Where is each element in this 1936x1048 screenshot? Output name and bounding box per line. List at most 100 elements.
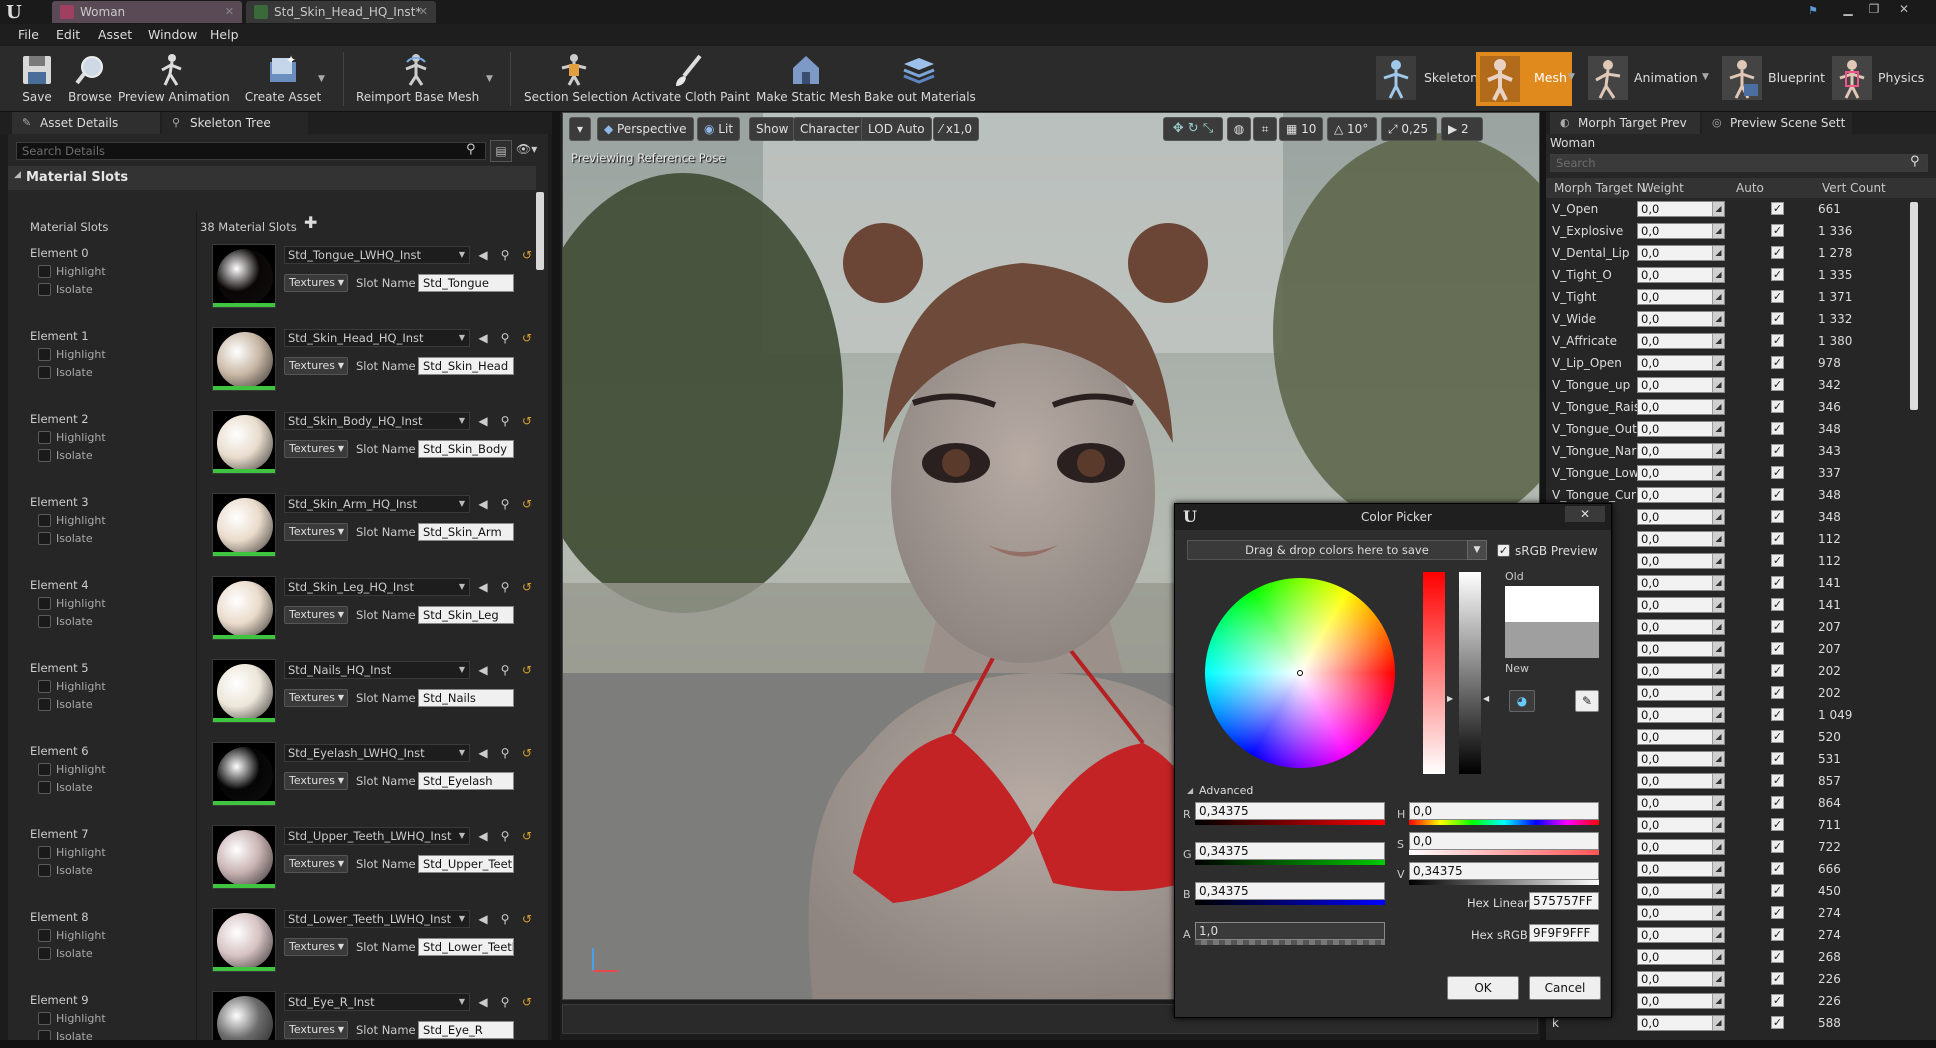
slider-icon[interactable]: ◢ [1712,928,1724,942]
b-value-field[interactable]: 0,34375 [1195,882,1385,900]
tab-asset-details[interactable]: ✎ Asset Details [12,112,160,134]
textures-dropdown[interactable]: Textures ▼ [284,855,348,873]
weight-field[interactable]: 0,0 ◢ [1637,465,1725,481]
isolate-checkbox[interactable] [38,781,51,794]
s-value-field[interactable]: 0,0 [1409,832,1599,850]
weight-field[interactable]: 0,0 ◢ [1637,927,1725,943]
slider-icon[interactable]: ◢ [1712,202,1724,216]
material-thumbnail[interactable] [212,327,276,391]
reset-arrow-icon[interactable]: ↺ [520,497,534,511]
morph-target-row[interactable]: V_Open 0,0 ◢ ✓ 661 [1552,198,1932,220]
reset-arrow-icon[interactable]: ↺ [520,912,534,926]
auto-checkbox[interactable]: ✓ [1771,290,1784,303]
weight-field[interactable]: 0,0 ◢ [1637,289,1725,305]
weight-field[interactable]: 0,0 ◢ [1637,597,1725,613]
srgb-preview-checkbox[interactable]: ✓ [1497,544,1510,557]
use-selected-arrow-icon[interactable]: ◀ [476,414,490,428]
reset-arrow-icon[interactable]: ↺ [520,248,534,262]
reset-arrow-icon[interactable]: ↺ [520,663,534,677]
auto-checkbox[interactable]: ✓ [1771,444,1784,457]
isolate-checkbox[interactable] [38,947,51,960]
auto-checkbox[interactable]: ✓ [1771,972,1784,985]
slider-icon[interactable]: ◢ [1712,708,1724,722]
browse-search-icon[interactable]: ⚲ [498,912,512,926]
viewport-options-button[interactable]: ▾ [569,117,591,141]
reset-arrow-icon[interactable]: ↺ [520,829,534,843]
material-thumbnail[interactable] [212,244,276,308]
morph-target-row[interactable]: V_Tongue_Raise 0,0 ◢ ✓ 346 [1552,396,1932,418]
chevron-down-icon[interactable]: ▼ [486,74,496,84]
weight-field[interactable]: 0,0 ◢ [1637,839,1725,855]
slot-name-field[interactable]: Std_Upper_Teeth [418,855,514,873]
auto-checkbox[interactable]: ✓ [1771,510,1784,523]
chevron-down-icon[interactable]: ▼ [1568,72,1578,82]
textures-dropdown[interactable]: Textures ▼ [284,938,348,956]
material-combo[interactable]: Std_Eye_R_Inst ▼ [284,993,470,1011]
material-thumbnail[interactable] [212,493,276,557]
slider-handle-icon[interactable]: ◀ [1483,694,1489,703]
auto-checkbox[interactable]: ✓ [1771,796,1784,809]
slider-icon[interactable]: ◢ [1712,664,1724,678]
morph-target-row[interactable]: V_Tongue_up 0,0 ◢ ✓ 342 [1552,374,1932,396]
menu-help[interactable]: Help [206,24,243,46]
weight-field[interactable]: 0,0 ◢ [1637,861,1725,877]
mode-blueprint-button[interactable]: Blueprint [1718,52,1828,106]
menu-edit[interactable]: Edit [52,24,84,46]
weight-field[interactable]: 0,0 ◢ [1637,531,1725,547]
auto-checkbox[interactable]: ✓ [1771,312,1784,325]
save-button[interactable]: Save [12,46,62,112]
auto-checkbox[interactable]: ✓ [1771,422,1784,435]
slider-icon[interactable]: ◢ [1712,290,1724,304]
v-value-field[interactable]: 0,34375 [1409,862,1599,880]
slider-icon[interactable]: ◢ [1712,532,1724,546]
tab-preview-scene-settings[interactable]: ◎ Preview Scene Sett [1702,112,1852,134]
slider-icon[interactable]: ◢ [1712,378,1724,392]
preview-animation-button[interactable]: Preview Animation [118,46,230,112]
morph-target-row[interactable]: V_Wide 0,0 ◢ ✓ 1 332 [1552,308,1932,330]
browse-search-icon[interactable]: ⚲ [498,414,512,428]
header-auto[interactable]: Auto [1736,181,1764,195]
weight-field[interactable]: 0,0 ◢ [1637,729,1725,745]
slot-name-field[interactable]: Std_Lower_Teeth [418,938,514,956]
auto-checkbox[interactable]: ✓ [1771,862,1784,875]
auto-checkbox[interactable]: ✓ [1771,884,1784,897]
isolate-checkbox[interactable] [38,366,51,379]
slider-icon[interactable]: ◢ [1712,466,1724,480]
mode-skeleton-button[interactable]: Skeleton [1372,52,1478,106]
weight-field[interactable]: 0,0 ◢ [1637,223,1725,239]
tab-skeleton-tree[interactable]: ⚲ Skeleton Tree [162,112,308,134]
auto-checkbox[interactable]: ✓ [1771,246,1784,259]
activate-cloth-paint-button[interactable]: Activate Cloth Paint [632,46,750,112]
highlight-checkbox[interactable] [38,929,51,942]
auto-checkbox[interactable]: ✓ [1771,774,1784,787]
auto-checkbox[interactable]: ✓ [1771,378,1784,391]
weight-field[interactable]: 0,0 ◢ [1637,619,1725,635]
ok-button[interactable]: OK [1447,976,1519,1000]
slider-icon[interactable]: ◢ [1712,356,1724,370]
material-thumbnail[interactable] [212,908,276,972]
auto-checkbox[interactable]: ✓ [1771,906,1784,919]
weight-field[interactable]: 0,0 ◢ [1637,267,1725,283]
slot-name-field[interactable]: Std_Tongue [418,274,514,292]
close-icon[interactable]: ✕ [225,1,234,23]
camera-speed-button[interactable]: ▶ 2 [1441,117,1483,141]
slider-icon[interactable]: ◢ [1712,818,1724,832]
header-vert-count[interactable]: Vert Count [1822,181,1886,195]
material-combo[interactable]: Std_Skin_Arm_HQ_Inst ▼ [284,495,470,513]
character-button[interactable]: Character [793,117,867,141]
isolate-checkbox[interactable] [38,283,51,296]
highlight-checkbox[interactable] [38,597,51,610]
highlight-checkbox[interactable] [38,846,51,859]
chevron-down-icon[interactable]: ▼ [1467,540,1487,560]
use-selected-arrow-icon[interactable]: ◀ [476,912,490,926]
hex-linear-field[interactable]: 575757FF [1529,892,1599,910]
g-value-field[interactable]: 0,34375 [1195,842,1385,860]
isolate-checkbox[interactable] [38,615,51,628]
auto-checkbox[interactable]: ✓ [1771,818,1784,831]
r-value-field[interactable]: 0,34375 [1195,802,1385,820]
auto-checkbox[interactable]: ✓ [1771,268,1784,281]
color-swatch-dropzone[interactable]: Drag & drop colors here to save [1187,540,1487,560]
chevron-down-icon[interactable]: ▼ [1702,72,1712,82]
auto-checkbox[interactable]: ✓ [1771,224,1784,237]
material-slots-section[interactable]: ◢ Material Slots [8,166,536,190]
